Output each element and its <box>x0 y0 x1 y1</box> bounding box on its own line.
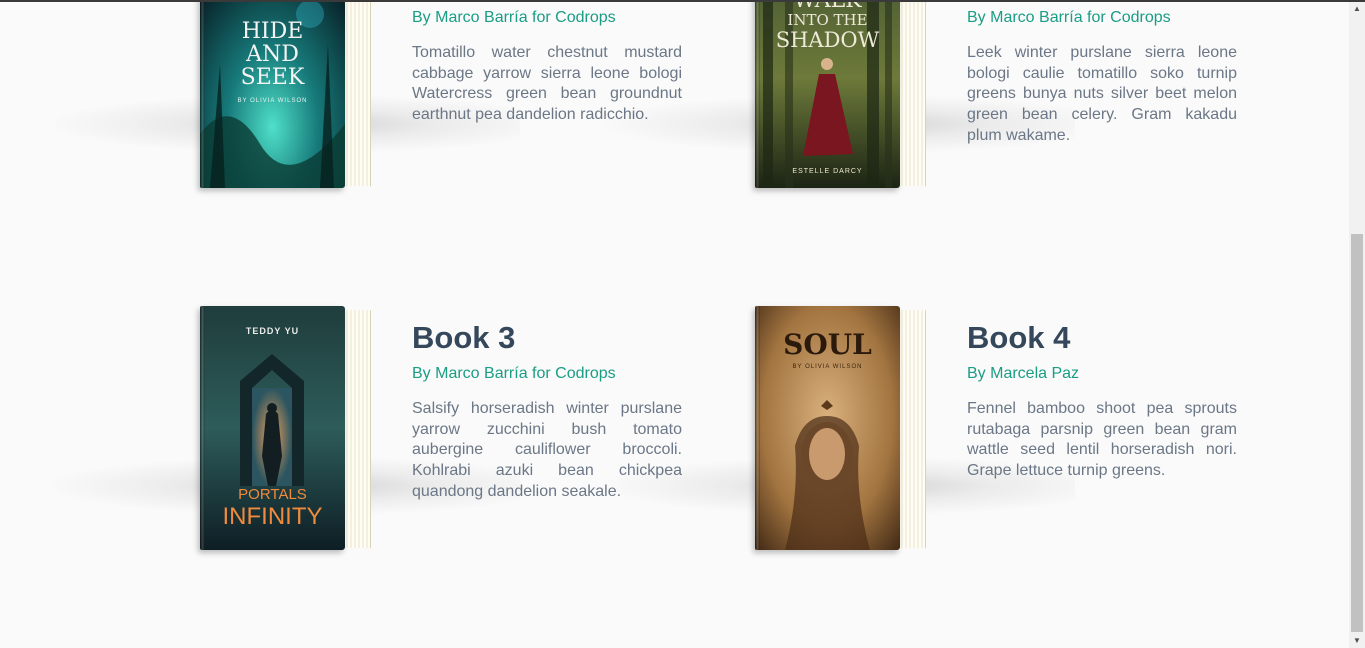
cover-author: BY OLIVIA WILSON <box>792 364 863 370</box>
cover-title: PORTALS INFINITY <box>222 486 323 530</box>
book-description: Fennel bamboo shoot pea sprouts rutabaga… <box>967 400 1237 480</box>
scrollbar-thumb[interactable] <box>1351 234 1363 632</box>
book-author: By Marco Barría for Codrops <box>412 9 616 26</box>
cover-author: TEDDY YU <box>245 326 300 336</box>
book-title: Book 4 <box>967 320 1071 355</box>
book-cover[interactable]: SOUL BY OLIVIA WILSON <box>755 306 900 550</box>
triangle-up-icon[interactable]: ▲ <box>1349 2 1365 16</box>
book-author: By Marcela Paz <box>967 365 1080 382</box>
vertical-scrollbar[interactable]: ▲ ▼ <box>1349 2 1365 648</box>
book-author: By Marco Barría for Codrops <box>967 9 1171 26</box>
book-showcase: HIDE AND SEEK BY OLIVIA WILSON By Marco … <box>0 2 1349 648</box>
cover-author: ESTELLE DARCY <box>792 168 863 175</box>
book-description: Leek winter purslane sierra leone bologi… <box>967 44 1237 144</box>
book-cover[interactable]: TEDDY YU PORTALS INFINITY <box>200 306 345 550</box>
book-item: WALK INTO THE SHADOW ESTELLE DARCY By Ma… <box>595 2 1315 264</box>
book-info: Book 4 By Marcela Paz Fennel bamboo shoo… <box>967 320 1237 482</box>
cover-author: BY OLIVIA WILSON <box>237 98 308 104</box>
book-title: Book 3 <box>412 320 516 355</box>
triangle-down-icon[interactable]: ▼ <box>1349 634 1365 648</box>
book-author: By Marco Barría for Codrops <box>412 365 616 382</box>
book-info: By Marco Barría for Codrops Leek winter … <box>967 8 1237 147</box>
book-cover[interactable]: WALK INTO THE SHADOW ESTELLE DARCY <box>755 2 900 188</box>
book-cover[interactable]: HIDE AND SEEK BY OLIVIA WILSON <box>200 2 345 188</box>
cover-title: WALK INTO THE SHADOW <box>775 2 880 52</box>
cover-title: SOUL <box>783 328 872 361</box>
cover-title: HIDE AND SEEK <box>240 19 305 90</box>
book-item: SOUL BY OLIVIA WILSON Book 4 By Marcela … <box>595 306 1315 626</box>
